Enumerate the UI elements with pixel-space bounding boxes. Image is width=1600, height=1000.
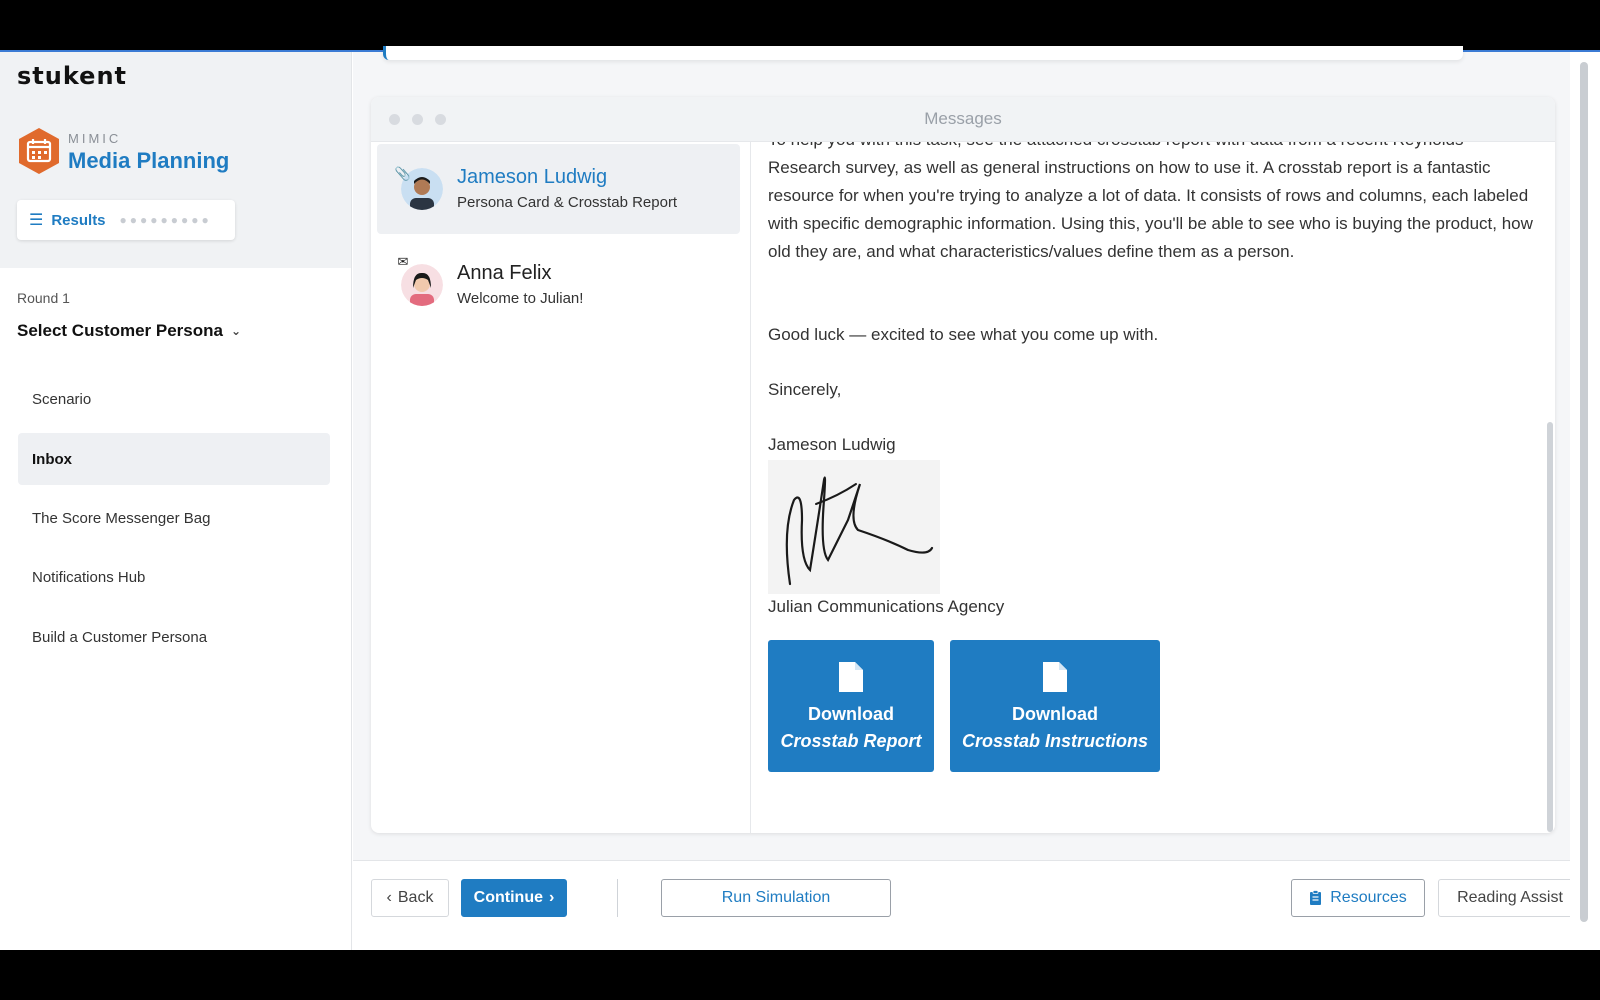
- sidebar-item-label: Inbox: [32, 450, 72, 468]
- resources-label: Resources: [1330, 889, 1407, 906]
- message-item-anna[interactable]: ✉ Anna Felix Welcome to Julian!: [377, 240, 740, 330]
- previous-card-edge: [383, 46, 1463, 60]
- message-subject: Welcome to Julian!: [457, 290, 584, 307]
- reading-assist-button[interactable]: Reading Assist: [1438, 879, 1582, 917]
- app-subtitle: MIMIC: [68, 131, 122, 146]
- document-icon: [839, 662, 863, 692]
- envelope-icon: ✉: [397, 254, 409, 269]
- back-button[interactable]: ‹ Back: [371, 879, 449, 917]
- continue-button[interactable]: Continue ›: [461, 879, 567, 917]
- message-agency: Julian Communications Agency: [768, 597, 1005, 616]
- messages-title: Messages: [924, 109, 1002, 128]
- app-root: stukent MIMIC Media Planning ☰ Results ●…: [0, 46, 1600, 950]
- app-title: Media Planning: [68, 148, 230, 173]
- messages-window: Messages 📎 Jameson Ludwig Persona Card &…: [371, 97, 1555, 833]
- stukent-logo: stukent: [17, 62, 127, 90]
- download-crosstab-report-button[interactable]: Download Crosstab Report: [768, 640, 934, 772]
- sidebar-item-build-persona[interactable]: Build a Customer Persona: [18, 611, 330, 663]
- message-sender: Jameson Ludwig: [457, 166, 608, 188]
- message-body: To help you with this task, see the atta…: [752, 142, 1542, 833]
- sidebar: stukent MIMIC Media Planning ☰ Results ●…: [0, 52, 352, 950]
- message-partial-line: To help you with this task, see the atta…: [768, 142, 1538, 154]
- chevron-right-icon: ›: [549, 889, 555, 906]
- calendar-badge-icon: [19, 128, 59, 174]
- progress-dots: ●●●●●●●●●: [119, 213, 212, 227]
- chevron-left-icon: ‹: [386, 889, 392, 906]
- message-paragraph: Research survey, as well as general inst…: [768, 158, 1533, 261]
- sidebar-item-scenario[interactable]: Scenario: [18, 373, 330, 425]
- avatar-anna: [401, 264, 443, 306]
- messages-titlebar: Messages: [371, 97, 1555, 142]
- back-label: Back: [397, 889, 434, 906]
- footer-divider: [617, 879, 618, 917]
- bottom-black-bar: [0, 950, 1600, 1000]
- signature-image: [768, 460, 940, 594]
- paperclip-icon: 📎: [394, 166, 412, 181]
- download-label: Download: [1012, 704, 1098, 724]
- continue-label: Continue: [473, 889, 543, 906]
- main-content: Messages 📎 Jameson Ludwig Persona Card &…: [353, 46, 1582, 950]
- section-dropdown[interactable]: Select Customer Persona ⌄: [17, 321, 241, 341]
- sidebar-item-label: The Score Messenger Bag: [32, 509, 211, 527]
- top-black-bar: [0, 0, 1600, 50]
- sidebar-item-notifications-hub[interactable]: Notifications Hub: [18, 551, 330, 603]
- message-salutation: Sincerely,: [768, 380, 842, 399]
- sidebar-item-inbox[interactable]: Inbox: [18, 433, 330, 485]
- results-button[interactable]: ☰ Results ●●●●●●●●●: [17, 200, 235, 240]
- chevron-down-icon: ⌄: [230, 324, 242, 338]
- round-label: Round 1: [17, 290, 70, 306]
- sidebar-item-label: Scenario: [32, 390, 92, 408]
- sidebar-item-messenger-bag[interactable]: The Score Messenger Bag: [18, 492, 330, 544]
- message-signer: Jameson Ludwig: [768, 435, 896, 454]
- sidebar-item-label: Build a Customer Persona: [32, 628, 208, 646]
- run-simulation-label: Run Simulation: [721, 889, 831, 906]
- clipboard-icon: [1310, 890, 1322, 905]
- message-list: 📎 Jameson Ludwig Persona Card & Crosstab…: [371, 142, 751, 833]
- download-label: Download: [808, 704, 894, 724]
- download-crosstab-instructions-button[interactable]: Download Crosstab Instructions: [950, 640, 1160, 772]
- reading-assist-label: Reading Assist: [1457, 889, 1563, 906]
- footer-toolbar: ‹ Back Continue › Run Simulation Resourc…: [353, 860, 1582, 950]
- page-scrollbar-thumb[interactable]: [1580, 62, 1588, 922]
- resources-button[interactable]: Resources: [1291, 879, 1425, 917]
- menu-icon: ☰: [29, 212, 44, 229]
- page-scrollbar[interactable]: [1570, 52, 1600, 950]
- message-closing: Good luck — excited to see what you come…: [768, 325, 1159, 344]
- sidebar-item-label: Notifications Hub: [32, 568, 146, 586]
- message-scrollbar[interactable]: [1547, 142, 1553, 833]
- sidebar-header: stukent MIMIC Media Planning ☰ Results ●…: [0, 52, 351, 268]
- message-scrollbar-thumb[interactable]: [1547, 422, 1553, 832]
- download-item-name: Crosstab Report: [780, 731, 922, 751]
- results-label: Results: [51, 211, 106, 229]
- document-icon: [1043, 662, 1067, 692]
- message-subject: Persona Card & Crosstab Report: [457, 194, 678, 211]
- message-item-jameson[interactable]: 📎 Jameson Ludwig Persona Card & Crosstab…: [377, 144, 740, 234]
- message-sender: Anna Felix: [457, 262, 552, 284]
- download-item-name: Crosstab Instructions: [961, 731, 1149, 751]
- section-title: Select Customer Persona: [17, 321, 223, 340]
- run-simulation-button[interactable]: Run Simulation: [661, 879, 891, 917]
